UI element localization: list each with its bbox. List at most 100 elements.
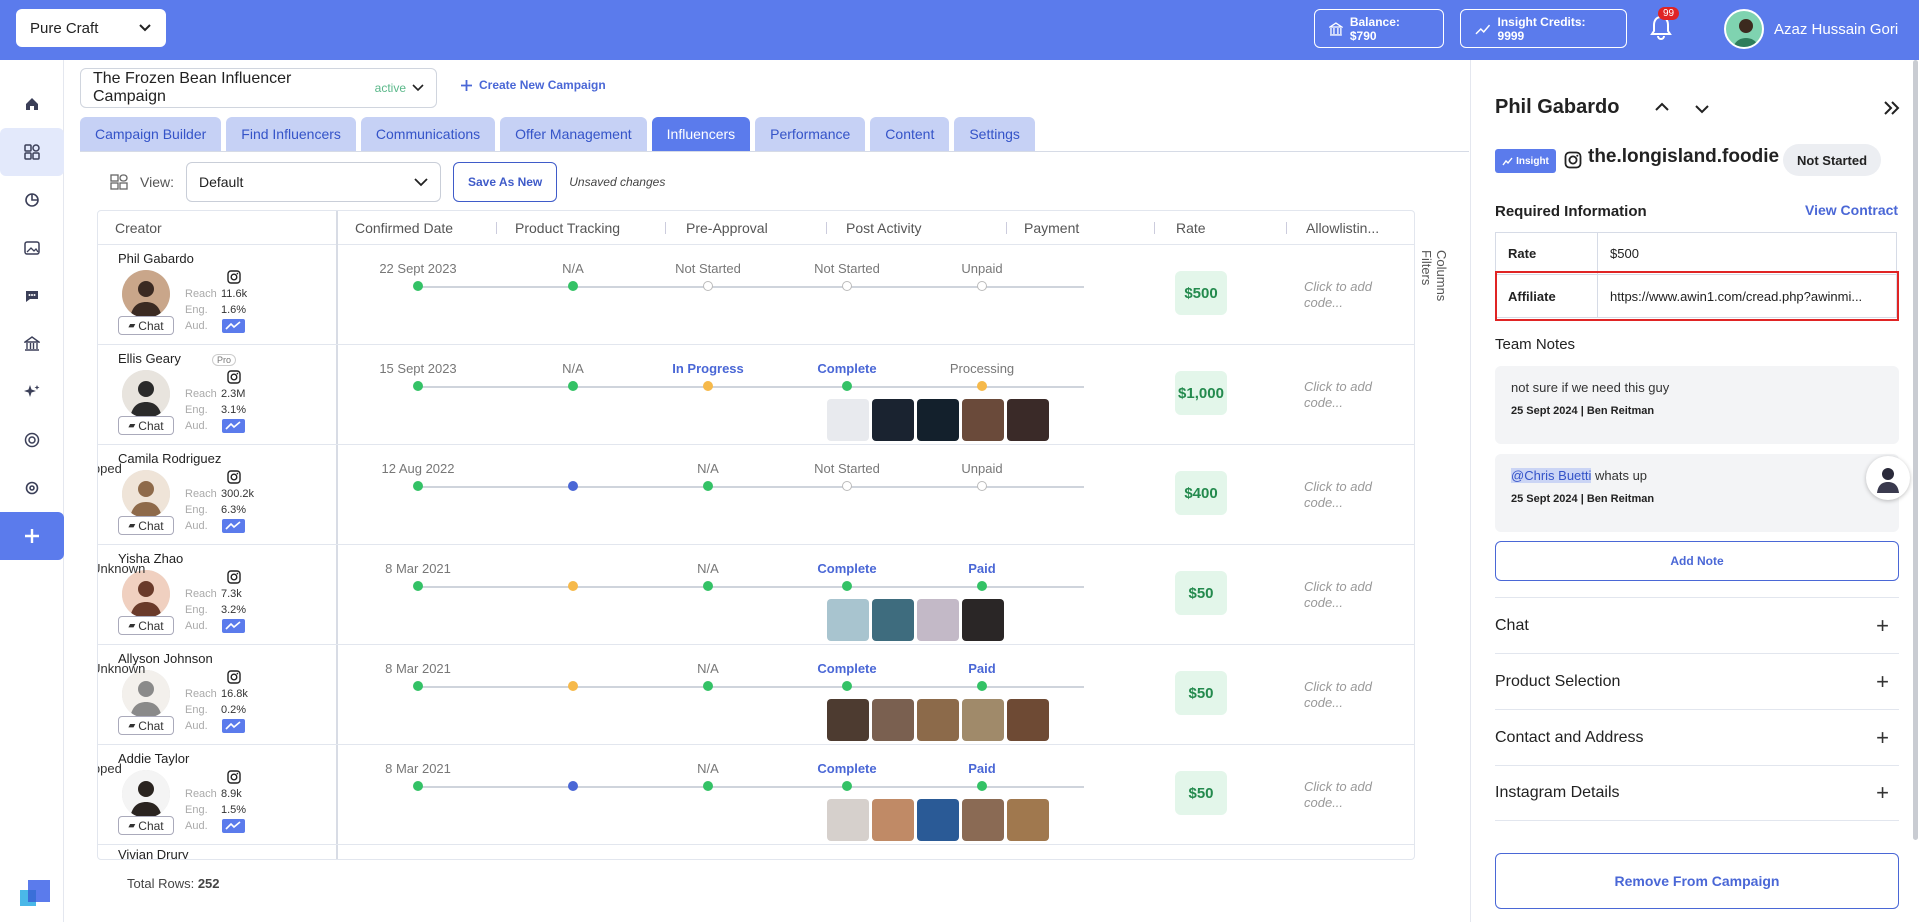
post-thumbnail[interactable] xyxy=(1007,799,1049,841)
tab-offer-management[interactable]: Offer Management xyxy=(500,117,647,151)
table-row[interactable]: Allyson Johnson Reach Eng. Aud. 16.8k 0.2% ▰ Ch… xyxy=(98,645,1414,745)
section-instagram-details[interactable]: Instagram Details + xyxy=(1495,765,1899,821)
section-chat[interactable]: Chat + xyxy=(1495,597,1899,653)
create-campaign-link[interactable]: Create New Campaign xyxy=(460,78,606,92)
floating-avatar[interactable] xyxy=(1866,456,1910,500)
post-thumbnail[interactable] xyxy=(962,799,1004,841)
user-menu[interactable]: Azaz Hussain Gori xyxy=(1724,9,1898,49)
post-thumbnail[interactable] xyxy=(827,599,869,641)
tab-content[interactable]: Content xyxy=(870,117,950,151)
audience-insight-button[interactable] xyxy=(222,819,245,833)
section-contact-address[interactable]: Contact and Address + xyxy=(1495,709,1899,765)
sidebar-item-analytics[interactable] xyxy=(14,182,50,218)
allowlisting-code[interactable]: Click to add code... xyxy=(1304,579,1384,611)
save-as-new-button[interactable]: Save As New xyxy=(452,162,558,202)
avatar[interactable] xyxy=(122,470,170,518)
column-header-payment[interactable]: Payment xyxy=(1024,220,1079,236)
post-thumbnail[interactable] xyxy=(962,599,1004,641)
table-row[interactable]: Camila Rodriguez Reach Eng. Aud. 300.2k 6.3% ▰… xyxy=(98,445,1414,545)
chevron-up-icon[interactable] xyxy=(1655,102,1669,112)
post-thumbnail[interactable] xyxy=(917,599,959,641)
filters-toggle[interactable]: Filters xyxy=(1419,250,1434,347)
rate-badge[interactable]: $400 xyxy=(1175,471,1227,515)
post-thumbnail[interactable] xyxy=(962,399,1004,441)
table-row[interactable]: Phil Gabardo Reach Eng. Aud. 11.6k 1.6% ▰ Chat 2… xyxy=(98,245,1414,345)
post-thumbnail[interactable] xyxy=(962,699,1004,741)
post-thumbnail[interactable] xyxy=(1007,699,1049,741)
avatar[interactable] xyxy=(122,570,170,618)
chat-button[interactable]: ▰ Chat xyxy=(118,716,174,735)
sidebar-item-media[interactable] xyxy=(14,230,50,266)
tab-settings[interactable]: Settings xyxy=(954,117,1035,151)
allowlisting-code[interactable]: Click to add code... xyxy=(1304,479,1384,511)
column-header-confirmed-date[interactable]: Confirmed Date xyxy=(355,220,453,236)
tab-communications[interactable]: Communications xyxy=(360,117,496,151)
column-header-creator[interactable]: Creator xyxy=(115,220,162,236)
avatar[interactable] xyxy=(122,770,170,818)
rate-badge[interactable]: $50 xyxy=(1175,771,1227,815)
view-select[interactable]: Default xyxy=(185,162,441,202)
allowlisting-code[interactable]: Click to add code... xyxy=(1304,279,1384,311)
post-thumbnail[interactable] xyxy=(872,599,914,641)
chat-button[interactable]: ▰ Chat xyxy=(118,816,174,835)
sidebar-item-settings[interactable] xyxy=(14,470,50,506)
instagram-handle[interactable]: the.longisland.foodie xyxy=(1588,146,1779,168)
insight-credits-button[interactable]: Insight Credits: 9999 xyxy=(1460,9,1627,48)
column-header-product-tracking[interactable]: Product Tracking xyxy=(515,220,620,236)
post-thumbnail[interactable] xyxy=(1007,399,1049,441)
sidebar-item-payments[interactable] xyxy=(14,326,50,362)
column-header-pre-approval[interactable]: Pre-Approval xyxy=(686,220,768,236)
rate-badge[interactable]: $50 xyxy=(1175,571,1227,615)
creator-name[interactable]: Vivian Drury xyxy=(118,847,189,859)
column-header-post-activity[interactable]: Post Activity xyxy=(846,220,921,236)
sidebar-item-campaigns[interactable] xyxy=(0,128,64,176)
table-row[interactable]: Vivian Drury xyxy=(98,845,1414,859)
allowlisting-code[interactable]: Click to add code... xyxy=(1304,779,1384,811)
audience-insight-button[interactable] xyxy=(222,519,245,533)
tab-find-influencers[interactable]: Find Influencers xyxy=(226,117,356,151)
table-row[interactable]: Addie Taylor Reach Eng. Aud. 8.9k 1.5% ▰ Chat 8 … xyxy=(98,745,1414,845)
creator-name[interactable]: Phil Gabardo xyxy=(118,251,194,266)
sidebar-add-button[interactable] xyxy=(0,512,64,560)
audience-insight-button[interactable] xyxy=(222,319,245,333)
creator-name[interactable]: Addie Taylor xyxy=(118,751,189,766)
note-mention[interactable]: @Chris Buetti xyxy=(1511,468,1592,483)
creator-name[interactable]: Camila Rodriguez xyxy=(118,451,221,466)
section-product-selection[interactable]: Product Selection + xyxy=(1495,653,1899,709)
balance-button[interactable]: Balance: $790 xyxy=(1314,9,1444,48)
rate-badge[interactable]: $50 xyxy=(1175,671,1227,715)
campaign-select[interactable]: The Frozen Bean Influencer Campaign acti… xyxy=(80,68,437,108)
post-thumbnail[interactable] xyxy=(827,399,869,441)
allowlisting-code[interactable]: Click to add code... xyxy=(1304,379,1384,411)
post-thumbnail[interactable] xyxy=(917,699,959,741)
add-note-button[interactable]: Add Note xyxy=(1495,541,1899,581)
table-row[interactable]: Ellis Geary Pro Reach Eng. Aud. 2.3M 3.1% ▰ Chat… xyxy=(98,345,1414,445)
audience-insight-button[interactable] xyxy=(222,619,245,633)
chevron-down-icon[interactable] xyxy=(1695,104,1709,114)
rate-badge[interactable]: $500 xyxy=(1175,271,1227,315)
avatar[interactable] xyxy=(122,270,170,318)
rate-value[interactable]: $500 xyxy=(1598,246,1894,261)
avatar[interactable] xyxy=(122,670,170,718)
insight-badge[interactable]: Insight xyxy=(1495,149,1556,173)
status-badge[interactable]: Not Started xyxy=(1783,144,1882,176)
tab-campaign-builder[interactable]: Campaign Builder xyxy=(80,117,222,151)
chat-button[interactable]: ▰ Chat xyxy=(118,516,174,535)
audience-insight-button[interactable] xyxy=(222,419,245,433)
column-header-allowlisting[interactable]: Allowlistin... xyxy=(1306,220,1379,236)
sidebar-item-messages[interactable] xyxy=(14,278,50,314)
post-thumbnail[interactable] xyxy=(872,399,914,441)
tab-influencers[interactable]: Influencers xyxy=(651,117,751,151)
chat-button[interactable]: ▰ Chat xyxy=(118,416,174,435)
view-contract-link[interactable]: View Contract xyxy=(1805,202,1898,218)
column-header-rate[interactable]: Rate xyxy=(1176,220,1206,236)
avatar[interactable] xyxy=(122,370,170,418)
table-row[interactable]: Yisha Zhao Reach Eng. Aud. 7.3k 3.2% ▰ Chat 8 Ma… xyxy=(98,545,1414,645)
post-thumbnail[interactable] xyxy=(827,799,869,841)
remove-from-campaign-button[interactable]: Remove From Campaign xyxy=(1495,853,1899,909)
tab-performance[interactable]: Performance xyxy=(755,117,866,151)
audience-insight-button[interactable] xyxy=(222,719,245,733)
sidebar-item-targets[interactable] xyxy=(14,422,50,458)
allowlisting-code[interactable]: Click to add code... xyxy=(1304,679,1384,711)
creator-name[interactable]: Ellis Geary xyxy=(118,351,181,366)
